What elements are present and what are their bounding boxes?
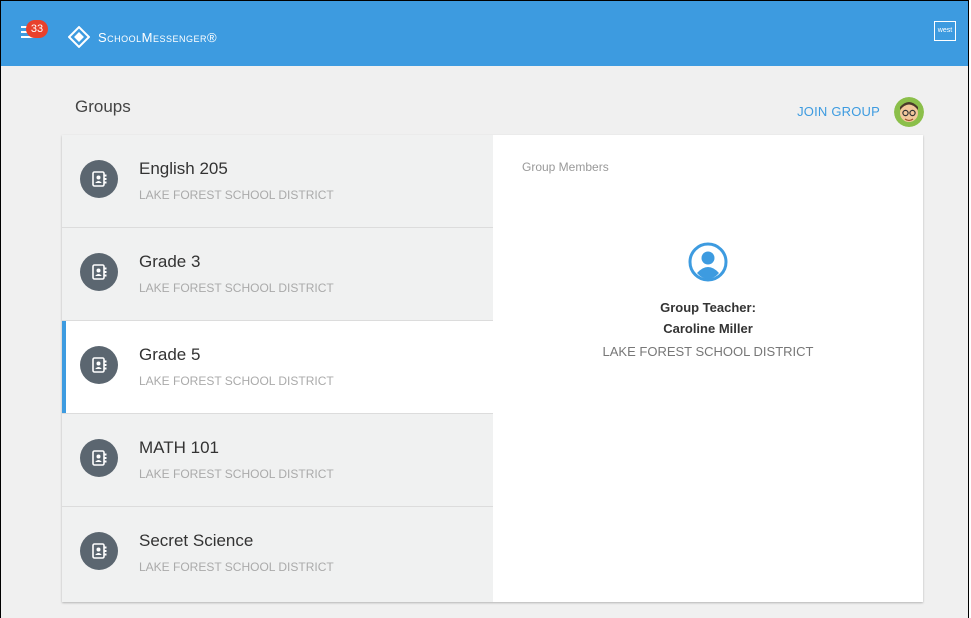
teacher-profile-icon[interactable]: [688, 242, 728, 287]
contact-book-icon: [80, 160, 118, 198]
brand-logo[interactable]: SchoolMessenger®: [68, 26, 217, 48]
avatar[interactable]: [894, 97, 924, 127]
group-item[interactable]: MATH 101 LAKE FOREST SCHOOL DISTRICT: [62, 414, 493, 507]
group-item[interactable]: Grade 3 LAKE FOREST SCHOOL DISTRICT: [62, 228, 493, 321]
group-members-pane: Group Members Group Teacher: Caroline Mi…: [493, 135, 923, 602]
group-district: LAKE FOREST SCHOOL DISTRICT: [139, 467, 334, 481]
group-name: Secret Science: [139, 531, 254, 550]
notification-badge[interactable]: 33: [26, 20, 48, 38]
group-list: English 205 LAKE FOREST SCHOOL DISTRICT Gr…: [62, 135, 493, 602]
brand-name: SchoolMessenger®: [98, 29, 218, 45]
group-district: LAKE FOREST SCHOOL DISTRICT: [139, 374, 334, 388]
teacher-district: LAKE FOREST SCHOOL DISTRICT: [602, 344, 814, 359]
groups-panel: English 205 LAKE FOREST SCHOOL DISTRICT Gr…: [62, 135, 923, 602]
page-title: Groups: [75, 97, 131, 116]
contact-book-icon: [80, 439, 118, 477]
group-name: Grade 5: [139, 345, 201, 364]
group-district: LAKE FOREST SCHOOL DISTRICT: [139, 560, 334, 574]
group-name: Grade 3: [139, 252, 201, 271]
contact-book-icon: [80, 346, 118, 384]
app-window: 33 SchoolMessenger® west Groups JOIN GRO…: [0, 0, 969, 618]
group-name: MATH 101: [139, 438, 219, 457]
group-district: LAKE FOREST SCHOOL DISTRICT: [139, 281, 334, 295]
user-avatar-icon: [894, 97, 924, 127]
members-heading: Group Members: [522, 160, 609, 174]
contact-book-icon: [80, 253, 118, 291]
group-item[interactable]: English 205 LAKE FOREST SCHOOL DISTRICT: [62, 135, 493, 228]
group-item[interactable]: Secret Science LAKE FOREST SCHOOL DISTRIC…: [62, 507, 493, 600]
teacher-role-label: Group Teacher:: [660, 300, 756, 315]
join-group-button[interactable]: JOIN GROUP: [797, 104, 880, 119]
schoolmessenger-logo-icon: [68, 26, 90, 48]
user-account-button[interactable]: west: [934, 21, 956, 41]
group-district: LAKE FOREST SCHOOL DISTRICT: [139, 188, 334, 202]
teacher-name[interactable]: Caroline Miller: [493, 321, 923, 336]
top-bar: 33 SchoolMessenger® west: [1, 1, 968, 66]
group-item[interactable]: Grade 5 LAKE FOREST SCHOOL DISTRICT: [62, 321, 493, 414]
contact-book-icon: [80, 532, 118, 570]
group-name: English 205: [139, 159, 228, 178]
